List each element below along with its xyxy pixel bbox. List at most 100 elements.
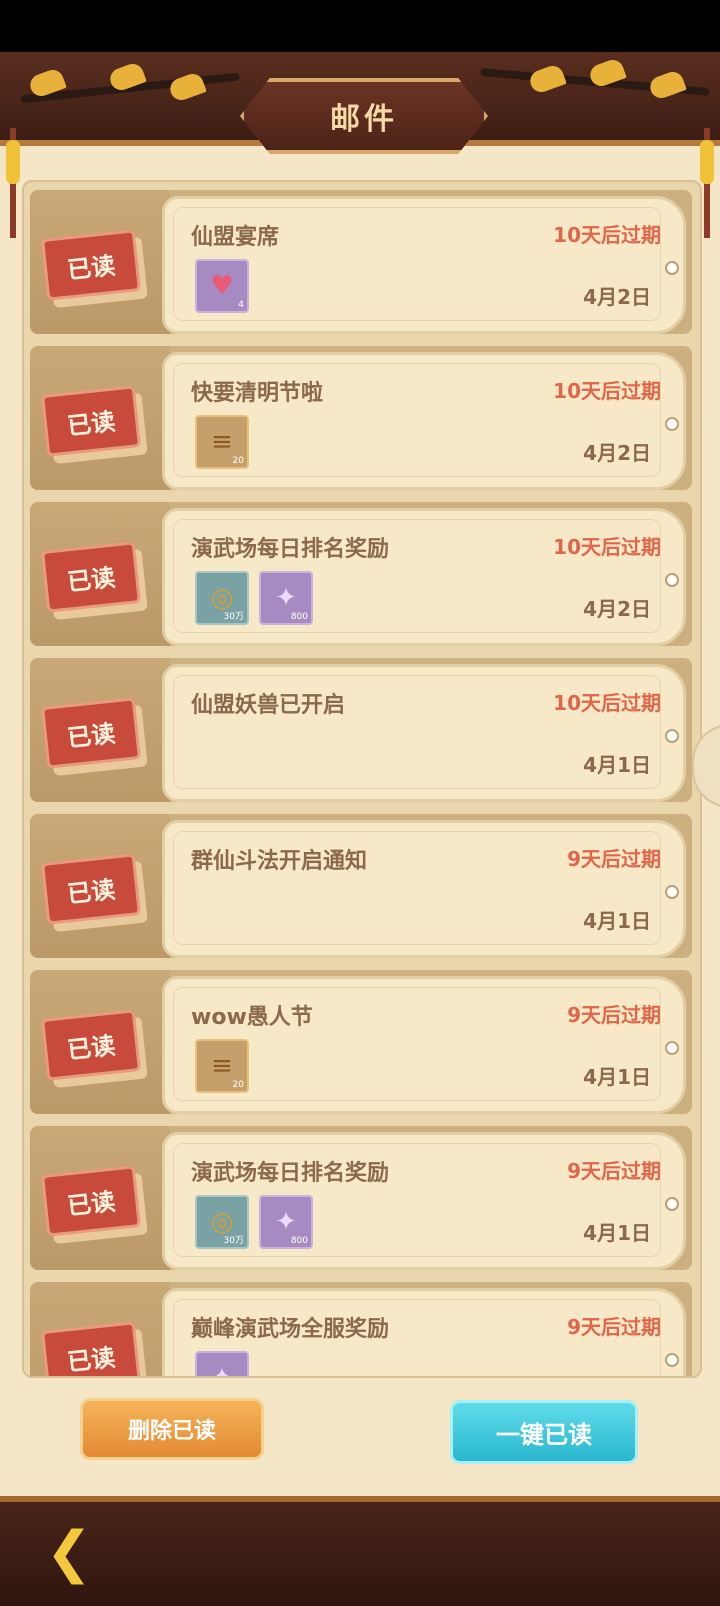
read-stamp-area: 已读 — [30, 1126, 170, 1270]
item-count: 30万 — [223, 612, 244, 622]
mail-date: 4月1日 — [583, 909, 651, 933]
gem-icon: ✦ — [211, 1363, 233, 1378]
read-stamp-label: 已读 — [65, 1031, 117, 1064]
read-stamp-label: 已读 — [65, 563, 117, 596]
read-stamp-area: 已读 — [30, 814, 170, 958]
mail-card[interactable]: 演武场每日排名奖励 9天后过期 4月1日 ◎ 30万 ✦ 800 — [162, 1132, 686, 1270]
mail-expiry: 10天后过期 — [553, 379, 661, 403]
mail-title: 巅峰演武场全服奖励 — [191, 1317, 390, 1342]
gem-icon: ✦ — [275, 1207, 297, 1237]
attachment-list: ≡ 20 — [195, 415, 249, 469]
attachment-list: ◎ 30万 ✦ 800 — [195, 571, 313, 625]
read-stamp-area: 已读 — [30, 346, 170, 490]
card-dot — [665, 729, 679, 743]
item-count: 30万 — [223, 1236, 244, 1246]
delete-read-button[interactable]: 删除已读 — [80, 1398, 264, 1460]
mail-title: 演武场每日排名奖励 — [191, 1161, 390, 1186]
ticket-item[interactable]: ≡ 20 — [195, 415, 249, 469]
attachment-list: ✦ — [195, 1351, 249, 1378]
mail-expiry: 10天后过期 — [553, 535, 661, 559]
mail-card[interactable]: 仙盟妖兽已开启 10天后过期 4月1日 — [162, 664, 686, 802]
mail-date: 4月2日 — [583, 597, 651, 621]
read-all-button[interactable]: 一键已读 — [450, 1400, 638, 1464]
mail-row[interactable]: 已读 仙盟宴席 10天后过期 4月2日 ♥ 4 — [30, 190, 692, 334]
read-stamp-label: 已读 — [65, 875, 117, 908]
card-dot — [665, 417, 679, 431]
status-bar — [0, 0, 720, 52]
heart-item[interactable]: ♥ 4 — [195, 259, 249, 313]
read-stamp-area: 已读 — [30, 658, 170, 802]
gem-item[interactable]: ✦ 800 — [259, 571, 313, 625]
coin-item[interactable]: ◎ 30万 — [195, 571, 249, 625]
card-dot — [665, 885, 679, 899]
mail-card[interactable]: wow愚人节 9天后过期 4月1日 ≡ 20 — [162, 976, 686, 1114]
mail-card[interactable]: 群仙斗法开启通知 9天后过期 4月1日 — [162, 820, 686, 958]
right-lantern — [700, 140, 714, 184]
item-count: 800 — [290, 1236, 308, 1246]
mail-row[interactable]: 已读 演武场每日排名奖励 9天后过期 4月1日 ◎ 30万 ✦ 800 — [30, 1126, 692, 1270]
gem-item[interactable]: ✦ — [195, 1351, 249, 1378]
read-stamp-icon: 已读 — [41, 541, 141, 613]
mail-expiry: 9天后过期 — [567, 1315, 661, 1339]
mail-date: 4月1日 — [583, 1065, 651, 1089]
gem-item[interactable]: ✦ 800 — [259, 1195, 313, 1249]
attachment-list: ◎ 30万 ✦ 800 — [195, 1195, 313, 1249]
mail-row[interactable]: 已读 群仙斗法开启通知 9天后过期 4月1日 — [30, 814, 692, 958]
mail-date: 4月2日 — [583, 441, 651, 465]
read-stamp-icon: 已读 — [41, 1009, 141, 1081]
title-plaque: 邮件 — [240, 78, 488, 154]
mail-title: wow愚人节 — [191, 1005, 313, 1030]
read-stamp-label: 已读 — [65, 719, 117, 752]
coin-item[interactable]: ◎ 30万 — [195, 1195, 249, 1249]
mail-date: 4月1日 — [583, 753, 651, 777]
card-dot — [665, 1197, 679, 1211]
read-stamp-icon: 已读 — [41, 385, 141, 457]
attachment-list: ≡ 20 — [195, 1039, 249, 1093]
read-stamp-area: 已读 — [30, 190, 170, 334]
mail-title: 群仙斗法开启通知 — [191, 849, 368, 874]
mail-date: 4月1日 — [583, 1221, 651, 1245]
item-count: 800 — [290, 612, 308, 622]
mail-title: 快要清明节啦 — [191, 381, 324, 406]
mail-expiry: 9天后过期 — [567, 1159, 661, 1183]
item-count: 4 — [238, 300, 244, 310]
mail-title: 演武场每日排名奖励 — [191, 537, 390, 562]
read-stamp-label: 已读 — [65, 251, 117, 284]
mail-title: 仙盟宴席 — [191, 225, 280, 250]
read-stamp-icon: 已读 — [41, 853, 141, 925]
attachment-list: ♥ 4 — [195, 259, 249, 313]
mail-expiry: 10天后过期 — [553, 691, 661, 715]
mail-list[interactable]: 已读 仙盟宴席 10天后过期 4月2日 ♥ 4 已读 快要清明节啦 10天后过期 4月2日 ≡ 20 已… — [22, 180, 702, 1378]
read-stamp-icon: 已读 — [41, 1321, 141, 1376]
left-lantern — [6, 140, 20, 184]
back-arrow-icon[interactable]: ❮ — [36, 1520, 102, 1585]
mail-expiry: 9天后过期 — [567, 847, 661, 871]
mail-card[interactable]: 仙盟宴席 10天后过期 4月2日 ♥ 4 — [162, 196, 686, 334]
mail-expiry: 10天后过期 — [553, 223, 661, 247]
mail-expiry: 9天后过期 — [567, 1003, 661, 1027]
mail-card[interactable]: 巅峰演武场全服奖励 9天后过期 ✦ — [162, 1288, 686, 1378]
card-dot — [665, 1041, 679, 1055]
read-stamp-icon: 已读 — [41, 229, 141, 301]
mail-row[interactable]: 已读 wow愚人节 9天后过期 4月1日 ≡ 20 — [30, 970, 692, 1114]
mail-row[interactable]: 已读 快要清明节啦 10天后过期 4月2日 ≡ 20 — [30, 346, 692, 490]
card-dot — [665, 1353, 679, 1367]
read-stamp-label: 已读 — [65, 1343, 117, 1376]
item-count: 20 — [232, 1080, 244, 1090]
ticket-item[interactable]: ≡ 20 — [195, 1039, 249, 1093]
read-stamp-area: 已读 — [30, 970, 170, 1114]
read-stamp-icon: 已读 — [41, 1165, 141, 1237]
ticket-icon: ≡ — [211, 427, 233, 457]
read-stamp-label: 已读 — [65, 407, 117, 440]
mail-row[interactable]: 已读 仙盟妖兽已开启 10天后过期 4月1日 — [30, 658, 692, 802]
mail-card[interactable]: 演武场每日排名奖励 10天后过期 4月2日 ◎ 30万 ✦ 800 — [162, 508, 686, 646]
card-dot — [665, 261, 679, 275]
mail-row[interactable]: 已读 巅峰演武场全服奖励 9天后过期 ✦ — [30, 1282, 692, 1378]
mail-row[interactable]: 已读 演武场每日排名奖励 10天后过期 4月2日 ◎ 30万 ✦ 800 — [30, 502, 692, 646]
page-title: 邮件 — [330, 102, 398, 137]
heart-icon: ♥ — [210, 271, 234, 301]
mail-title: 仙盟妖兽已开启 — [191, 693, 346, 718]
read-stamp-icon: 已读 — [41, 697, 141, 769]
mail-card[interactable]: 快要清明节啦 10天后过期 4月2日 ≡ 20 — [162, 352, 686, 490]
ticket-icon: ≡ — [211, 1051, 233, 1081]
